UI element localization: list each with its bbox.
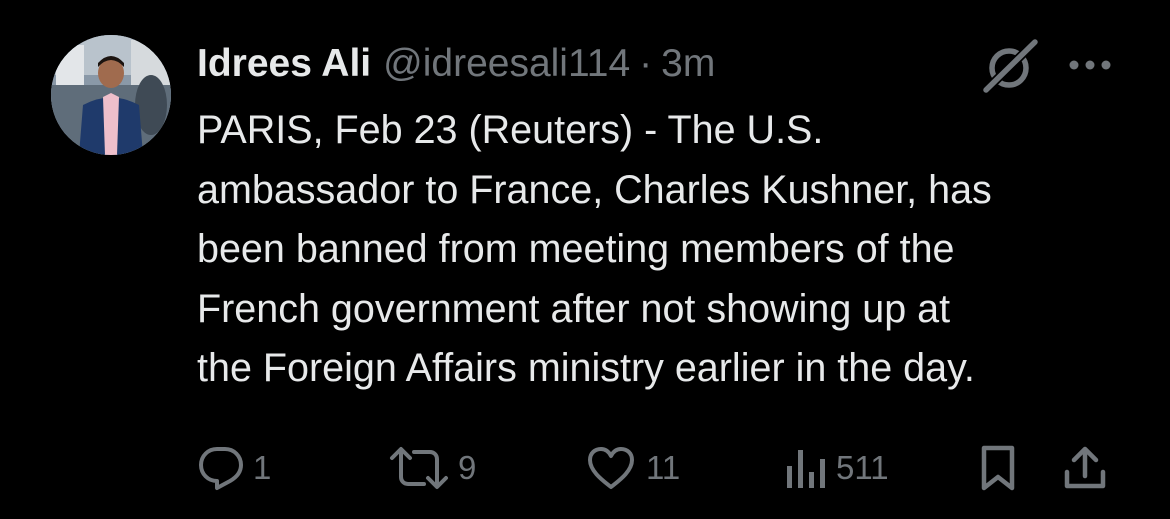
tweet-text-line: the Foreign Affairs ministry earlier in …	[197, 346, 975, 390]
tweet-text-line: been banned from meeting members of the	[197, 227, 955, 271]
tweet: Idrees Ali @idreesali114 · 3m PARIS, Feb…	[0, 0, 1170, 519]
tweet-timestamp[interactable]: 3m	[661, 42, 715, 86]
avatar[interactable]	[51, 35, 171, 155]
grok-icon[interactable]	[980, 37, 1040, 95]
share-button[interactable]	[1061, 438, 1109, 498]
separator-dot: ·	[639, 42, 653, 85]
tweet-text-line: ambassador to France, Charles Kushner, h…	[197, 167, 992, 212]
views-icon	[787, 450, 825, 488]
tweet-text-line: French government after not showing up a…	[197, 286, 951, 331]
reply-icon	[199, 447, 243, 490]
like-button[interactable]: 11	[584, 438, 680, 498]
tweet-text: PARIS, Feb 23 (Reuters) - The U.S. ambas…	[197, 101, 1147, 399]
bookmark-button[interactable]	[976, 438, 1020, 498]
action-bar: 1 9 11 511	[0, 438, 1170, 498]
author-name[interactable]: Idrees Ali	[197, 42, 371, 86]
repost-count: 9	[458, 449, 477, 486]
more-icon[interactable]	[1065, 52, 1115, 78]
like-icon	[588, 447, 634, 489]
author-handle[interactable]: @idreesali114	[383, 42, 630, 86]
repost-icon	[390, 447, 448, 489]
reply-button[interactable]: 1	[197, 438, 271, 498]
repost-button[interactable]: 9	[388, 438, 476, 498]
like-count: 11	[646, 449, 681, 486]
tweet-text-line: PARIS, Feb 23 (Reuters) - The U.S.	[197, 108, 824, 152]
share-icon	[1064, 446, 1106, 489]
views-count: 511	[836, 449, 889, 486]
avatar-photo	[51, 35, 171, 155]
bookmark-icon	[981, 445, 1015, 491]
views-button[interactable]: 511	[784, 438, 889, 498]
tweet-header: Idrees Ali @idreesali114 · 3m	[197, 38, 715, 90]
reply-count: 1	[253, 449, 272, 486]
